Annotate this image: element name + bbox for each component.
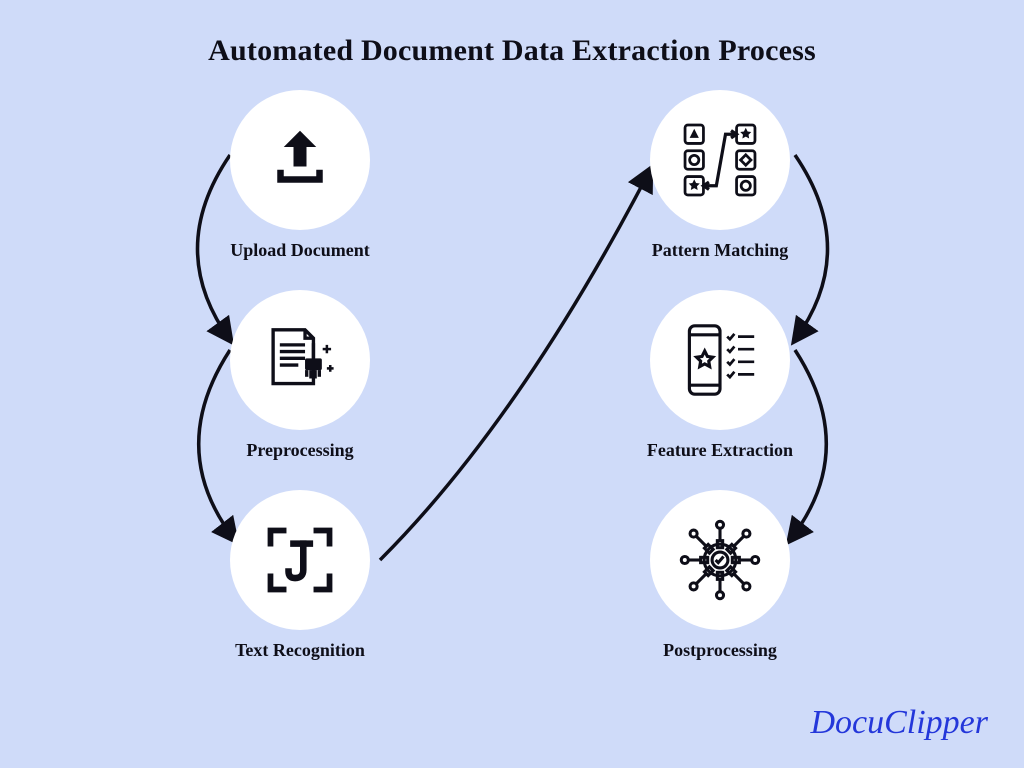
- step-label: Text Recognition: [210, 640, 390, 661]
- upload-icon: [261, 121, 339, 199]
- preprocessing-icon: [258, 318, 342, 402]
- text-recognition-icon: [259, 519, 341, 601]
- step-feature-extraction: Feature Extraction: [630, 290, 810, 461]
- step-label: Pattern Matching: [630, 240, 810, 261]
- step-label: Preprocessing: [210, 440, 390, 461]
- step-label: Postprocessing: [630, 640, 810, 661]
- step-circle: [650, 90, 790, 230]
- step-text-recognition: Text Recognition: [210, 490, 390, 661]
- postprocessing-icon: [676, 516, 764, 604]
- step-circle: [230, 490, 370, 630]
- step-upload-document: Upload Document: [210, 90, 390, 261]
- pattern-matching-icon: [674, 114, 766, 206]
- diagram-title: Automated Document Data Extraction Proce…: [0, 34, 1024, 68]
- step-postprocessing: Postprocessing: [630, 490, 810, 661]
- diagram-canvas: Automated Document Data Extraction Proce…: [0, 0, 1024, 768]
- step-label: Upload Document: [210, 240, 390, 261]
- step-label: Feature Extraction: [630, 440, 810, 461]
- step-circle: [230, 290, 370, 430]
- brand-logo: DocuClipper: [810, 704, 988, 742]
- step-circle: [230, 90, 370, 230]
- step-circle: [650, 490, 790, 630]
- feature-extraction-icon: [675, 315, 765, 405]
- flow-arrows: [0, 0, 1024, 768]
- step-pattern-matching: Pattern Matching: [630, 90, 810, 261]
- step-preprocessing: Preprocessing: [210, 290, 390, 461]
- step-circle: [650, 290, 790, 430]
